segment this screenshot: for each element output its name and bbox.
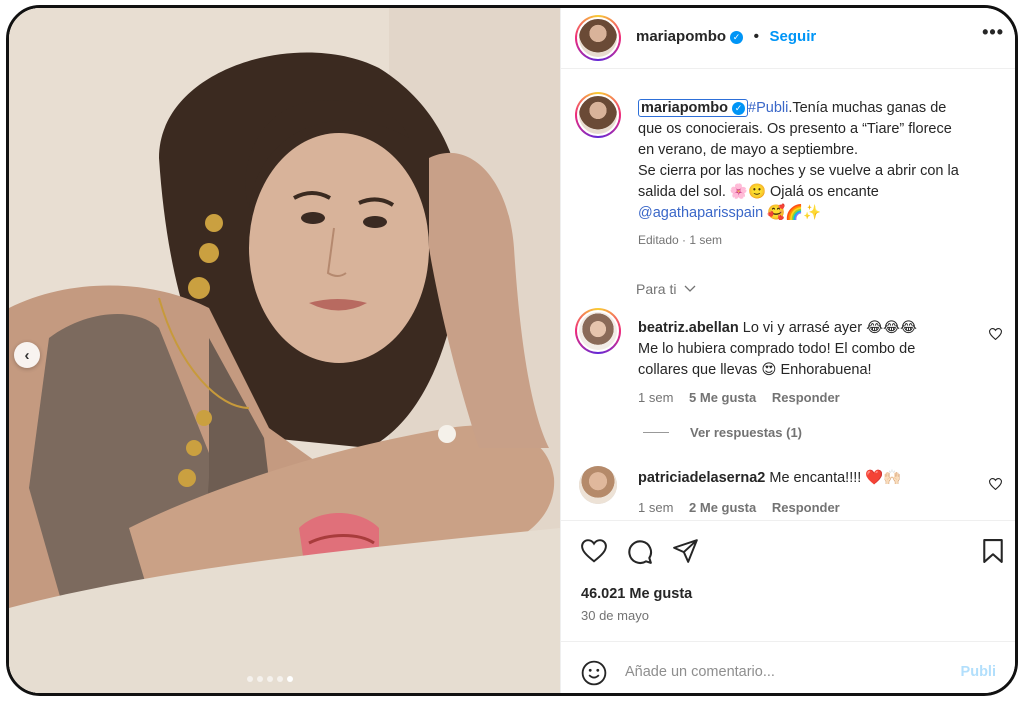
comment-text: patriciadelaserna2 Me encanta!!!! ❤️🙌🏻 bbox=[638, 468, 983, 489]
share-paper-plane-icon[interactable] bbox=[673, 539, 699, 568]
caption-text: mariapombo ✓ #Publi.Tenía muchas ganas de … bbox=[638, 98, 1006, 251]
comment-username[interactable]: patriciadelaserna2 bbox=[638, 470, 765, 486]
mention-emojis: 🥰🌈✨ bbox=[767, 205, 822, 221]
carousel-dot bbox=[257, 676, 263, 682]
replies-divider bbox=[643, 432, 669, 433]
carousel-dot bbox=[267, 676, 273, 682]
comment-text: beatriz.abellan Lo vi y arrasé ayer 😂😂😂 … bbox=[638, 318, 983, 381]
caption-avatar[interactable] bbox=[575, 92, 621, 138]
comment-line: collares que llevas 😍 Enhorabuena! bbox=[638, 362, 872, 378]
comment-age: 1 sem bbox=[638, 390, 674, 405]
carousel-dot bbox=[247, 676, 253, 682]
caption-line: en verano, de mayo a septiembre. bbox=[638, 142, 859, 158]
comment-line: Lo vi y arrasé ayer 😂😂😂 bbox=[742, 320, 917, 336]
previous-slide-button[interactable]: ‹ bbox=[14, 342, 40, 368]
separator-dot: • bbox=[753, 28, 760, 45]
caption-age: 1 sem bbox=[689, 233, 723, 247]
emoji-picker-icon[interactable] bbox=[581, 660, 607, 691]
comment-username[interactable]: beatriz.abellan bbox=[638, 320, 739, 336]
chevron-left-icon: ‹ bbox=[24, 346, 30, 364]
bookmark-icon[interactable] bbox=[982, 539, 1004, 568]
post-photo[interactable]: ‹ bbox=[9, 8, 560, 693]
for-you-dropdown[interactable]: Para ti bbox=[636, 279, 696, 297]
commenter-avatar[interactable] bbox=[579, 466, 617, 504]
carousel-dot bbox=[277, 676, 283, 682]
comment-like-icon[interactable] bbox=[988, 328, 1003, 343]
comment-composer: Añade un comentario... Publi bbox=[561, 641, 1015, 693]
view-replies-button[interactable]: Ver respuestas (1) bbox=[643, 425, 802, 440]
post-sidebar: mariapombo ✓ • Seguir ••• mariapombo ✓ #Pub… bbox=[560, 8, 1015, 693]
mention-link[interactable]: @agathaparisspain bbox=[638, 205, 763, 221]
caption-line: que os conocierais. Os presento a “Tiare… bbox=[638, 121, 952, 137]
caption-meta: Editado · 1 sem bbox=[638, 233, 723, 247]
for-you-label: Para ti bbox=[636, 281, 677, 297]
reply-button[interactable]: Responder bbox=[772, 390, 840, 405]
comment-line: Me encanta!!!! ❤️🙌🏻 bbox=[769, 470, 902, 486]
caption-line: Se cierra por las noches y se vuelve a a… bbox=[638, 163, 959, 179]
comment-likes[interactable]: 5 Me gusta bbox=[689, 390, 756, 405]
comment-likes[interactable]: 2 Me gusta bbox=[689, 500, 756, 515]
carousel-dot-active bbox=[287, 676, 293, 682]
view-replies-label: Ver respuestas (1) bbox=[690, 425, 803, 440]
more-options-icon[interactable]: ••• bbox=[982, 22, 1004, 43]
edited-label: Editado bbox=[638, 233, 679, 247]
post-modal: ‹ mariapombo ✓ • Seguir ••• mariapombo ✓… bbox=[6, 5, 1018, 696]
comment-bubble-icon[interactable] bbox=[627, 539, 653, 570]
hashtag-link[interactable]: #Publi bbox=[748, 100, 788, 116]
author-avatar[interactable] bbox=[575, 15, 621, 61]
author-username[interactable]: mariapombo bbox=[636, 28, 726, 45]
likes-count[interactable]: 46.021 Me gusta bbox=[581, 586, 692, 602]
verified-badge-icon: ✓ bbox=[730, 31, 744, 44]
comment-meta: 1 sem 5 Me gusta Responder bbox=[638, 390, 852, 405]
comment-line: Me lo hubiera comprado todo! El combo de bbox=[638, 341, 916, 357]
follow-button[interactable]: Seguir bbox=[770, 28, 817, 45]
caption-username[interactable]: mariapombo bbox=[641, 100, 728, 116]
reply-button[interactable]: Responder bbox=[772, 500, 840, 515]
publish-button[interactable]: Publi bbox=[961, 664, 996, 680]
caption-line: .Tenía muchas ganas de bbox=[788, 100, 947, 116]
post-date: 30 de mayo bbox=[581, 608, 649, 623]
chevron-down-icon bbox=[684, 279, 696, 295]
caption-line: salida del sol. 🌸🙂 Ojalá os encante bbox=[638, 184, 879, 200]
carousel-indicator bbox=[247, 676, 293, 682]
comment-like-icon[interactable] bbox=[988, 478, 1003, 493]
post-header: mariapombo ✓ • Seguir ••• bbox=[561, 8, 1015, 69]
verified-badge-icon: ✓ bbox=[732, 102, 746, 115]
comment-meta: 1 sem 2 Me gusta Responder bbox=[638, 500, 852, 515]
commenter-avatar[interactable] bbox=[575, 308, 621, 354]
photo-illustration bbox=[9, 8, 560, 693]
comment-age: 1 sem bbox=[638, 500, 674, 515]
like-heart-icon[interactable] bbox=[581, 539, 607, 568]
comment-input[interactable]: Añade un comentario... bbox=[625, 664, 775, 680]
